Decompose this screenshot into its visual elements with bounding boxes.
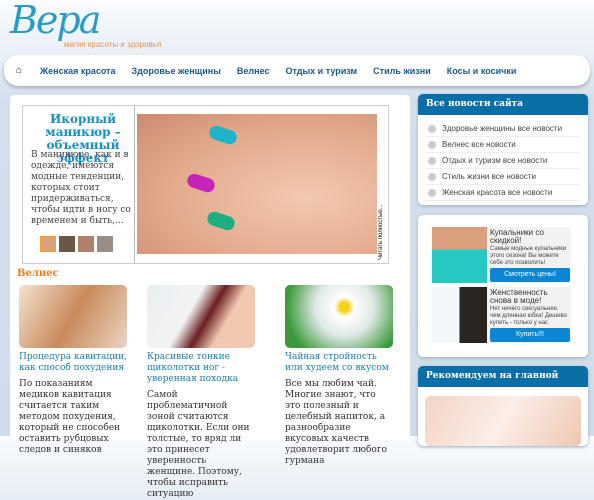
recommended-widget: Рекомендуем на главной: [418, 366, 588, 446]
logo-text: Вера: [10, 0, 101, 42]
widget-title: Рекомендуем на главной: [418, 366, 588, 387]
article-title[interactable]: Процедура кавитации, как способ похудени…: [19, 352, 127, 374]
all-news-widget: Все новости сайта Здоровье женщины все н…: [418, 94, 588, 205]
ad-title[interactable]: Купальники со скидкой!: [490, 229, 560, 245]
ad-text: Нет ничего сексуальнее, чем длинная юбка…: [490, 306, 567, 326]
nail-image: [207, 124, 239, 146]
nail-image: [205, 210, 237, 232]
slide-image[interactable]: [137, 114, 377, 254]
slide-excerpt: В маникюре, как и в одежде, имеются модн…: [31, 150, 131, 226]
article-card: Красивые тонкие щиколотки ног - уверенна…: [147, 285, 255, 500]
nav-item-beauty[interactable]: Женская красота: [40, 66, 116, 76]
slide-thumbnails: [40, 236, 113, 252]
article-card: Чайная стройность или худеем со вкусом В…: [285, 285, 393, 467]
logo-tagline: магия красоты и здоровья: [64, 40, 162, 49]
nav-item-lifestyle[interactable]: Стиль жизни: [373, 66, 431, 76]
ad-image[interactable]: [432, 287, 487, 343]
bullet-icon: [428, 172, 436, 181]
article-excerpt: По показаниям медиков кавитация считаетс…: [19, 379, 121, 455]
slide-thumb[interactable]: [97, 236, 113, 252]
news-link[interactable]: Женская красота все новости: [426, 185, 580, 201]
news-link-label: Велнес все новости: [442, 140, 516, 149]
article-title[interactable]: Красивые тонкие щиколотки ног - уверенна…: [147, 352, 255, 385]
home-icon[interactable]: ⌂: [16, 65, 26, 76]
slide-thumb[interactable]: [78, 236, 94, 252]
news-link-label: Стиль жизни все новости: [442, 172, 537, 181]
nav-item-braids[interactable]: Косы и косички: [447, 66, 517, 76]
ad-widget: Купальники со скидкой! Самые модные купа…: [418, 215, 588, 357]
article-excerpt: Все мы любим чай. Многие знают, что это …: [285, 379, 387, 466]
article-excerpt: Самой проблематичной зоной считаются щик…: [147, 390, 250, 499]
main-nav: ⌂ Женская красота Здоровье женщины Велне…: [4, 55, 590, 86]
nail-image: [185, 172, 217, 194]
news-link[interactable]: Здоровье женщины все новости: [426, 121, 580, 137]
section-title[interactable]: Велнес: [17, 268, 59, 279]
slide-thumb[interactable]: [59, 236, 75, 252]
ad-button[interactable]: Купить!!!: [490, 328, 570, 342]
bullet-icon: [428, 156, 436, 165]
news-link[interactable]: Отдых и туризм все новости: [426, 153, 580, 169]
article-title[interactable]: Чайная стройность или худеем со вкусом: [285, 352, 393, 374]
widget-title: Все новости сайта: [418, 94, 588, 115]
bullet-icon: [428, 140, 436, 149]
nav-item-wellness[interactable]: Велнес: [237, 66, 270, 76]
ad-title[interactable]: Женственность снова в моде!: [490, 289, 560, 305]
slide-thumb[interactable]: [40, 236, 56, 252]
ad-item[interactable]: Купальники со скидкой! Самые модные купа…: [432, 227, 571, 283]
bullet-icon: [428, 124, 436, 133]
news-link[interactable]: Стиль жизни все новости: [426, 169, 580, 185]
nav-item-health[interactable]: Здоровье женщины: [132, 66, 221, 76]
slide-text-panel: Икорный маникюр – объемный эффект В мани…: [23, 106, 135, 263]
ad-item[interactable]: Женственность снова в моде! Нет ничего с…: [432, 287, 571, 343]
news-link-label: Здоровье женщины все новости: [442, 124, 563, 133]
site-logo[interactable]: Вера магия красоты и здоровья: [4, 0, 161, 52]
news-link-label: Женская красота все новости: [442, 188, 553, 197]
nav-item-travel[interactable]: Отдых и туризм: [285, 66, 357, 76]
ad-image[interactable]: [432, 227, 487, 283]
ad-text: Самые модные купальники этого сезона! Вы…: [490, 246, 567, 266]
news-link-label: Отдых и туризм все новости: [442, 156, 548, 165]
bullet-icon: [428, 188, 436, 197]
article-image[interactable]: [19, 285, 127, 348]
recommended-image[interactable]: [425, 396, 581, 446]
article-image[interactable]: [285, 285, 393, 348]
read-more-link[interactable]: Читать полностью...: [378, 190, 388, 260]
article-image[interactable]: [147, 285, 255, 348]
news-link[interactable]: Велнес все новости: [426, 137, 580, 153]
ad-button[interactable]: Смотреть цены!: [490, 268, 570, 282]
article-card: Процедура кавитации, как способ похудени…: [19, 285, 127, 456]
